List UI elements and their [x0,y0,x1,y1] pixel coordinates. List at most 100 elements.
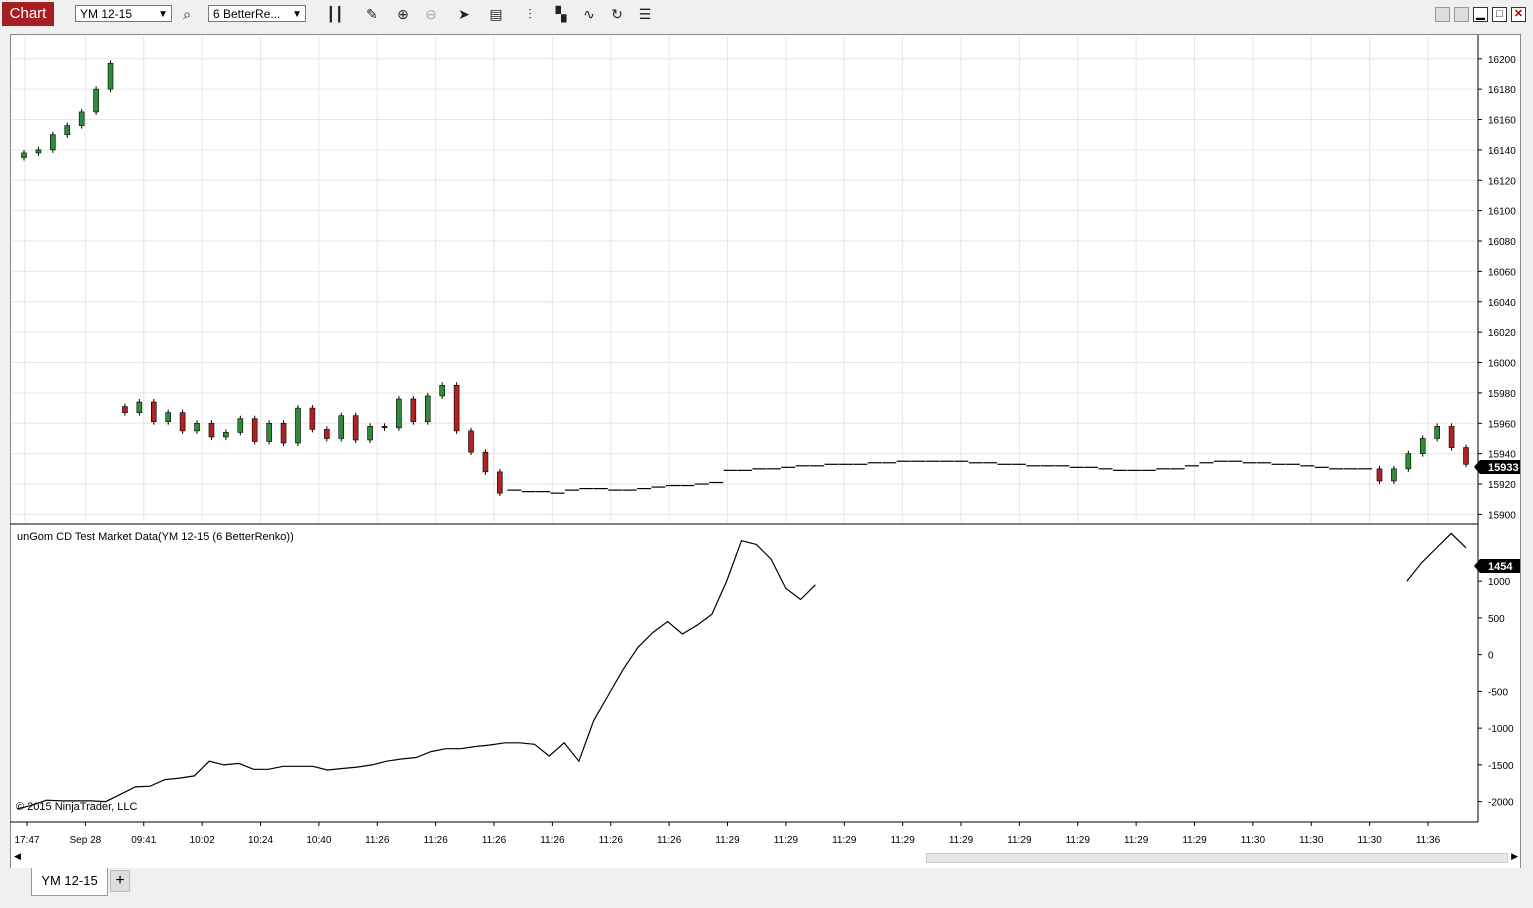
time-tick-label: 11:29 [949,835,974,846]
price-bar [78,111,85,126]
price-bar [35,149,42,154]
price-tick-label: 15980 [1488,389,1516,400]
price-tick-label: 16000 [1488,359,1516,370]
price-bar [309,407,316,430]
price-bar [122,406,128,413]
price-bar [208,422,215,438]
price-bar [1434,426,1440,439]
time-tick-label: 10:40 [306,835,331,846]
time-tick-label: 11:30 [1357,835,1382,846]
price-bar [453,385,460,432]
time-tick-label: 11:30 [1299,835,1324,846]
time-tick-label: 17:47 [14,835,39,846]
time-tick-label: 11:29 [774,835,799,846]
copyright-text: © 2015 NinjaTrader, LLC [16,801,137,813]
price-tick-label: 15940 [1488,450,1516,461]
price-bar [194,422,200,432]
tab-ym-12-15[interactable]: YM 12-15 [31,868,108,896]
price-bars [21,60,1469,497]
price-tick-label: 16120 [1488,176,1516,187]
price-bar [1376,468,1383,482]
time-tick-label: 11:30 [1241,835,1266,846]
price-bar [1419,438,1426,454]
price-bar [150,401,157,423]
last-price-marker: 15933 [1474,460,1520,474]
time-tick-label: 11:29 [1007,835,1032,846]
horizontal-scrollbar[interactable]: ◀ ▶ [12,851,1520,864]
add-tab-button[interactable]: + [110,870,130,892]
time-tick-label: 11:36 [1416,835,1441,846]
price-bar [352,415,359,441]
price-bar [381,426,388,429]
price-bar [482,451,489,473]
time-tick-label: 11:26 [599,835,624,846]
indicator-tick-label: 0 [1488,651,1494,662]
indicator-tick-label: 500 [1488,614,1505,625]
price-bar [410,398,417,423]
price-axis: 16200 16180 16160 16140 16120 16100 16080 16060… [1478,55,1516,521]
price-tick-label: 16140 [1488,146,1516,157]
price-tick-label: 15900 [1488,510,1516,521]
price-bar [338,415,345,439]
price-tick-label: 16180 [1488,85,1516,96]
price-bar [424,395,431,423]
indicator-tick-label: -1000 [1488,724,1514,735]
time-tick-label: 11:26 [423,835,448,846]
chart-canvas[interactable]: 16200 16180 16160 16140 16120 16100 16080 16060… [0,0,1533,868]
price-bar [367,426,373,441]
price-bar [179,412,186,432]
time-axis: 17:47 Sep 28 09:41 10:02 10:24 10:40 11:26 11:2… [14,822,1441,846]
price-bar [93,88,99,113]
scroll-thumb[interactable] [926,853,1508,863]
last-price-value: 15933 [1488,462,1519,474]
indicator-tick-label: -500 [1488,687,1508,698]
price-bar [50,134,56,151]
time-tick-label: 11:29 [1182,835,1207,846]
price-bar [165,412,171,423]
price-tick-label: 16080 [1488,237,1516,248]
last-indicator-value: 1454 [1488,561,1513,573]
indicator-tick-label: -2000 [1488,798,1514,809]
time-tick-label: 11:26 [365,835,390,846]
scroll-right-icon[interactable]: ▶ [1511,851,1518,862]
time-tick-label: 11:29 [715,835,740,846]
price-bar [251,418,258,442]
price-tick-label: 15920 [1488,480,1516,491]
price-tick-label: 16020 [1488,328,1516,339]
price-bar [223,432,229,438]
time-tick-label: 09:41 [131,835,156,846]
price-bar [324,429,330,439]
price-bar [1405,453,1412,470]
price-tick-label: 15960 [1488,419,1516,430]
tab-bar: YM 12-15 + [0,868,1533,908]
time-tick-label: 11:26 [657,835,682,846]
price-bar [1448,426,1455,448]
price-tick-label: 16060 [1488,267,1516,278]
price-bar [1391,468,1397,482]
last-indicator-marker: 1454 [1474,559,1520,573]
price-bar [468,430,474,453]
time-tick-label: 11:29 [890,835,915,846]
indicator-line [16,532,1467,810]
price-tick-label: 16100 [1488,207,1516,218]
time-tick-label: Sep 28 [70,835,102,846]
time-tick-label: 10:24 [248,835,273,846]
indicator-axis: 1000 500 0 -500 -1000 -1500 -2000 [1478,577,1514,809]
price-bar [396,398,402,429]
price-tick-label: 16160 [1488,116,1516,127]
price-tick-label: 16200 [1488,55,1516,66]
scroll-left-icon[interactable]: ◀ [14,851,21,862]
indicator-title: unGom CD Test Market Data(YM 12-15 (6 Be… [17,531,294,543]
price-bar [237,418,244,433]
price-bar [439,385,445,397]
price-bar [136,401,143,413]
price-bar [64,125,71,136]
price-bar [280,422,287,444]
price-bar [497,471,503,494]
price-bar [295,407,301,444]
time-tick-label: 10:02 [190,835,215,846]
time-tick-label: 11:29 [1124,835,1149,846]
price-bar [21,152,27,158]
price-bar [266,422,272,442]
time-tick-label: 11:26 [540,835,565,846]
